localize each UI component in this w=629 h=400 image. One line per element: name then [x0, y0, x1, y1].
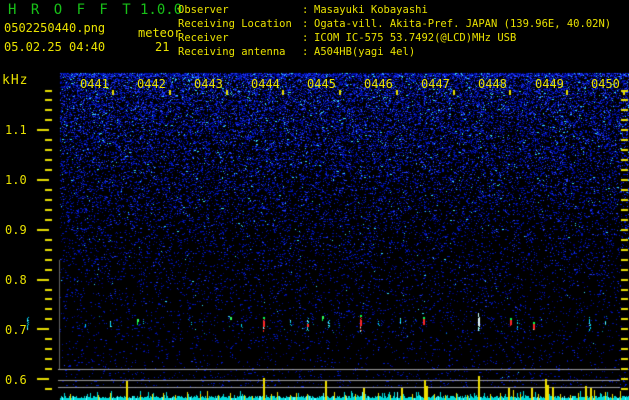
- x-tick-label-0441: 0441: [80, 77, 109, 91]
- y-axis-unit-label: kHz: [2, 73, 29, 88]
- info-row-antenna: Receiving antenna: A504HB(yagi 4el): [178, 45, 611, 59]
- info-value: A504HB(yagi 4el): [314, 46, 416, 58]
- info-row-receiver: Receiver: ICOM IC-575 53.7492(@LCD)MHz US…: [178, 31, 611, 45]
- y-tick-label-1_1: 1.1: [5, 123, 27, 137]
- output-filename: 0502250440.png: [4, 21, 106, 35]
- x-tick-label-0450: 0450: [591, 77, 620, 91]
- y-tick-label-0_6: 0.6: [5, 373, 27, 387]
- x-tick-label-0449: 0449: [535, 77, 564, 91]
- datetime-label: 05.02.25 04:40: [4, 40, 106, 54]
- x-tick-label-0446: 0446: [364, 77, 393, 91]
- x-tick-label-0448: 0448: [478, 77, 507, 91]
- hrofft-window: H R O F F T 1.0.0 0502250440.png meteor …: [0, 0, 629, 400]
- info-separator: :: [302, 4, 309, 16]
- y-tick-label-0_8: 0.8: [5, 273, 27, 287]
- x-tick-label-0443: 0443: [194, 77, 223, 91]
- y-tick-label-1_0: 1.0: [5, 173, 27, 187]
- mode-label: meteor: [138, 26, 182, 40]
- y-tick-label-0_9: 0.9: [5, 223, 27, 237]
- info-value: Ogata-vill. Akita-Pref. JAPAN (139.96E, …: [314, 18, 612, 30]
- info-row-location: Receiving Location: Ogata-vill. Akita-Pre…: [178, 17, 611, 31]
- app-title: H R O F F T: [8, 2, 134, 18]
- info-separator: :: [302, 32, 309, 44]
- x-tick-label-0442: 0442: [137, 77, 166, 91]
- info-separator: :: [302, 18, 309, 30]
- echo-count: 21: [155, 40, 170, 54]
- info-label: Observer: [178, 4, 229, 16]
- x-tick-label-0445: 0445: [307, 77, 336, 91]
- info-label: Receiver: [178, 32, 229, 44]
- x-tick-label-0444: 0444: [251, 77, 280, 91]
- info-value: Masayuki Kobayashi: [314, 4, 428, 16]
- y-tick-label-0_7: 0.7: [5, 323, 27, 337]
- info-value: ICOM IC-575 53.7492(@LCD)MHz USB: [314, 32, 517, 44]
- spectrogram-canvas: [0, 0, 629, 400]
- app-version: 1.0.0: [140, 2, 183, 18]
- info-separator: :: [302, 46, 309, 58]
- observer-info-block: Observer: Masayuki Kobayashi Receiving Lo…: [178, 3, 611, 59]
- info-row-observer: Observer: Masayuki Kobayashi: [178, 3, 611, 17]
- info-label: Receiving Location: [178, 18, 292, 30]
- x-tick-label-0447: 0447: [421, 77, 450, 91]
- info-label: Receiving antenna: [178, 46, 286, 58]
